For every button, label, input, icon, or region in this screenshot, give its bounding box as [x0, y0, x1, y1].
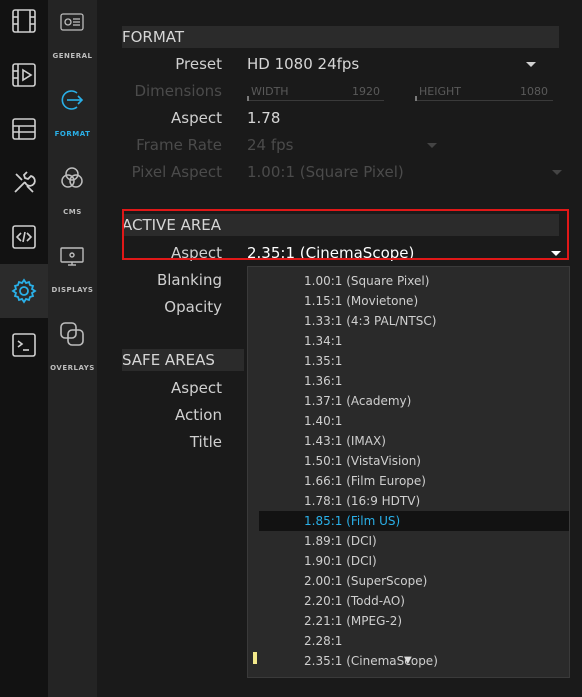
blanking-label: Blanking	[156, 271, 222, 289]
aspect-option[interactable]: 1.40:1	[248, 411, 569, 431]
code-icon[interactable]	[0, 210, 48, 264]
safe-areas-header: SAFE AREAS	[122, 349, 244, 371]
aspect-option[interactable]: 2.00:1 (SuperScope)	[248, 571, 569, 591]
safe-action-label: Action	[175, 406, 222, 424]
frame-rate-chevron-icon[interactable]	[427, 143, 437, 148]
nav-format[interactable]: FORMAT	[48, 78, 97, 156]
aspect-option[interactable]: 2.21:1 (MPEG-2)	[248, 611, 569, 631]
film-play-icon[interactable]	[0, 48, 48, 102]
preset-dropdown-chevron-icon[interactable]	[526, 62, 536, 67]
height-field-underline	[415, 100, 553, 101]
nav-general[interactable]: GENERAL	[48, 0, 97, 78]
width-field-underline	[247, 100, 384, 101]
nav-cms[interactable]: CMS	[48, 156, 97, 234]
preset-label: Preset	[175, 55, 222, 73]
aspect-dropdown-list: 1.00:1 (Square Pixel) 1.15:1 (Movietone)…	[247, 266, 570, 678]
nav-general-label: GENERAL	[52, 52, 93, 60]
aspect-option[interactable]: 1.34:1	[248, 331, 569, 351]
nav-format-label: FORMAT	[54, 130, 91, 138]
aspect-option[interactable]: 1.36:1	[248, 371, 569, 391]
frame-rate-value[interactable]: 24 fps	[247, 136, 293, 154]
settings-gear-icon[interactable]	[0, 264, 48, 318]
frame-rate-label: Frame Rate	[136, 136, 222, 154]
aspect-option[interactable]: 1.00:1 (Square Pixel)	[248, 271, 569, 291]
preset-value[interactable]: HD 1080 24fps	[247, 55, 359, 73]
film-strip-icon[interactable]	[0, 0, 48, 48]
aspect-option[interactable]: 1.50:1 (VistaVision)	[248, 451, 569, 471]
overlays-squares-icon	[60, 322, 84, 346]
aspect-option[interactable]: 1.35:1	[248, 351, 569, 371]
nav-displays-label: DISPLAYS	[51, 286, 94, 294]
opacity-label: Opacity	[164, 298, 222, 316]
aspect-option[interactable]: 1.78:1 (16:9 HDTV)	[248, 491, 569, 511]
format-header: FORMAT	[122, 26, 559, 48]
width-value[interactable]: 1920	[352, 85, 380, 98]
aspect-option-highlighted[interactable]: 1.85:1 (Film US)	[259, 511, 569, 531]
width-label: WIDTH	[251, 85, 289, 98]
nav-cms-label: CMS	[63, 208, 82, 216]
safe-aspect-label: Aspect	[171, 379, 222, 397]
aspect-option[interactable]: 1.43:1 (IMAX)	[248, 431, 569, 451]
aspect-option[interactable]: 1.15:1 (Movietone)	[248, 291, 569, 311]
nav-displays[interactable]: DISPLAYS	[48, 234, 97, 312]
safe-title-label: Title	[189, 433, 222, 451]
aspect-option[interactable]: 2.28:1	[248, 631, 569, 651]
height-field-marker	[415, 96, 417, 101]
mouse-cursor-icon: ▼	[404, 655, 412, 666]
aspect-option[interactable]: 1.37:1 (Academy)	[248, 391, 569, 411]
format-aspect-label: Aspect	[171, 109, 222, 127]
nav-overlays-label: OVERLAYS	[50, 364, 95, 372]
format-aspect-value: 1.78	[247, 109, 281, 127]
width-field-marker	[247, 96, 249, 101]
aspect-option[interactable]: 1.66:1 (Film Europe)	[248, 471, 569, 491]
dimensions-label: Dimensions	[134, 82, 222, 100]
terminal-icon[interactable]	[0, 318, 48, 372]
cms-circles-icon	[61, 167, 83, 188]
nav-overlays[interactable]: OVERLAYS	[48, 312, 97, 390]
format-arrow-icon	[61, 90, 84, 110]
aspect-option[interactable]: 1.33:1 (4:3 PAL/NTSC)	[248, 311, 569, 331]
settings-sections-nav: GENERAL FORMAT CMS DISPLAYS OVERLAYS	[48, 0, 97, 697]
general-panel-icon	[60, 13, 84, 31]
current-selection-marker	[253, 652, 257, 664]
height-label: HEIGHT	[419, 85, 461, 98]
pixel-aspect-value[interactable]: 1.00:1 (Square Pixel)	[247, 163, 404, 181]
pixel-aspect-chevron-icon[interactable]	[552, 170, 562, 175]
height-value[interactable]: 1080	[520, 85, 548, 98]
aspect-option[interactable]: 1.89:1 (DCI)	[248, 531, 569, 551]
aspect-option[interactable]: 2.20:1 (Todd-AO)	[248, 591, 569, 611]
table-icon[interactable]	[0, 102, 48, 156]
tools-icon[interactable]	[0, 156, 48, 210]
active-area-highlight	[122, 209, 569, 260]
displays-monitor-icon	[60, 247, 84, 266]
app-sidebar	[0, 0, 48, 697]
pixel-aspect-label: Pixel Aspect	[131, 163, 222, 181]
aspect-option[interactable]: 1.90:1 (DCI)	[248, 551, 569, 571]
